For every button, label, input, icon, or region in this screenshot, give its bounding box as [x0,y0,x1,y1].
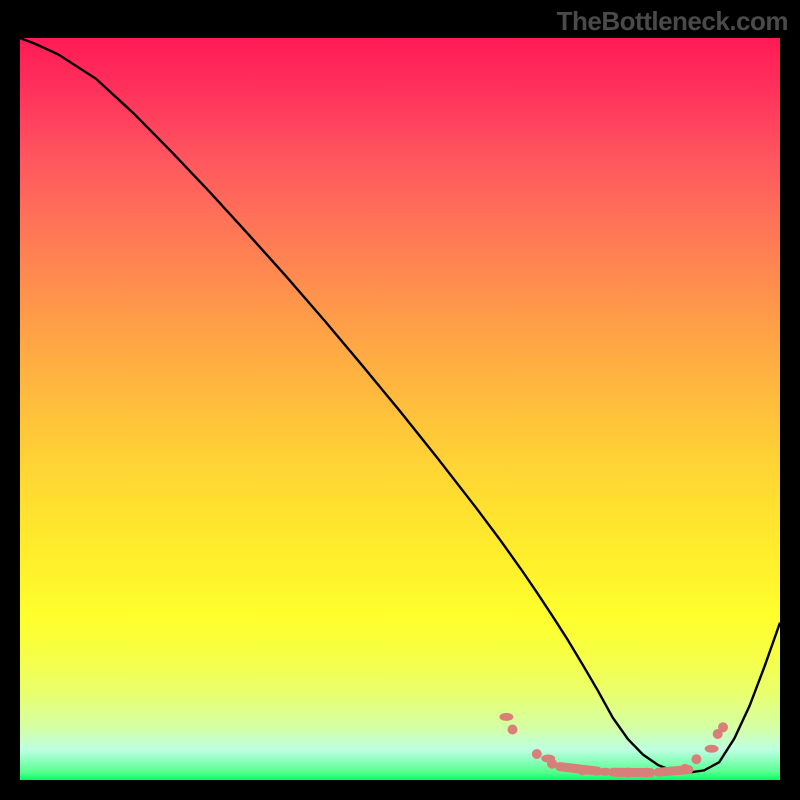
dot-marker [691,754,701,764]
dot-marker [532,749,542,759]
dot-marker [499,713,513,721]
dot-marker [508,725,518,735]
dot-segment [658,770,688,773]
main-curve-path [20,38,780,773]
dot-segment [560,767,598,772]
curve-layer [20,38,780,780]
dot-marker [718,722,728,732]
chart-container: TheBottleneck.com [0,0,800,800]
dot-marker [705,745,719,753]
watermark-text: TheBottleneck.com [557,6,788,37]
dotted-markers [499,713,728,778]
plot-area [20,38,780,780]
